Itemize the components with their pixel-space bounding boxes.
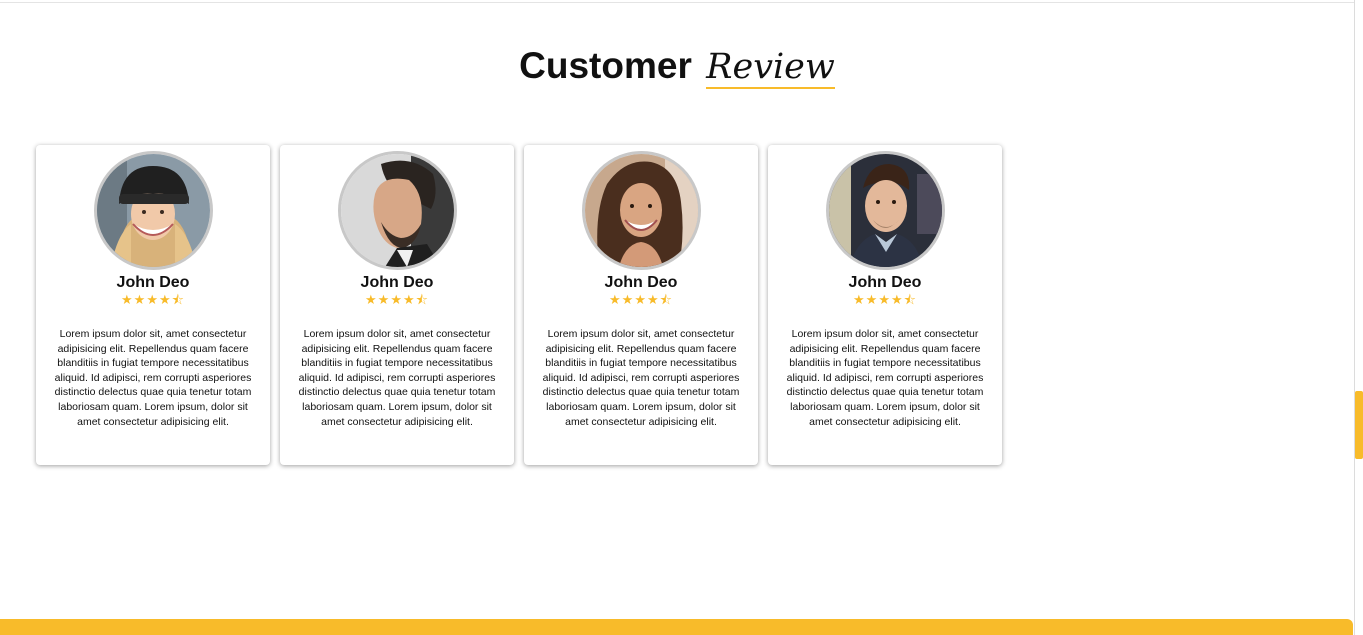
star-rating: ★★★★⯪: [853, 292, 917, 307]
reviewer-name: John Deo: [116, 274, 190, 291]
review-card-list: John Deo ★★★★⯪ Lorem ipsum dolor sit, am…: [36, 145, 1002, 465]
review-text: Lorem ipsum dolor sit, amet consectetur …: [542, 328, 740, 428]
vertical-scrollbar[interactable]: [1354, 0, 1363, 635]
man-suit-photo: [828, 154, 942, 267]
reviewer-name: John Deo: [604, 274, 678, 291]
review-card: John Deo ★★★★⯪ Lorem ipsum dolor sit, am…: [524, 145, 758, 465]
star-rating: ★★★★⯪: [609, 292, 673, 307]
man-beard-profile-photo: [340, 154, 454, 267]
review-text: Lorem ipsum dolor sit, amet consectetur …: [54, 328, 252, 428]
reviewer-name: John Deo: [360, 274, 434, 291]
avatar: [337, 151, 457, 270]
page: Customer Review John Deo ★★★★⯪ Lorem ips…: [0, 0, 1363, 635]
top-divider: [0, 2, 1354, 3]
scrollbar-thumb[interactable]: [1355, 391, 1363, 459]
review-card: John Deo ★★★★⯪ Lorem ipsum dolor sit, am…: [36, 145, 270, 465]
star-rating: ★★★★⯪: [365, 292, 429, 307]
reviewer-name: John Deo: [848, 274, 922, 291]
review-card: John Deo ★★★★⯪ Lorem ipsum dolor sit, am…: [280, 145, 514, 465]
review-text: Lorem ipsum dolor sit, amet consectetur …: [298, 328, 496, 428]
review-card: John Deo ★★★★⯪ Lorem ipsum dolor sit, am…: [768, 145, 1002, 465]
section-title-accent: Review: [706, 47, 835, 89]
woman-curly-hair-photo: [584, 154, 698, 267]
woman-beanie-photo: [96, 154, 210, 267]
star-rating: ★★★★⯪: [121, 292, 185, 307]
section-title-main: Customer: [519, 45, 692, 86]
avatar: [825, 151, 945, 270]
footer-accent-bar: [0, 619, 1353, 635]
review-text: Lorem ipsum dolor sit, amet consectetur …: [786, 328, 984, 428]
avatar: [93, 151, 213, 270]
avatar: [581, 151, 701, 270]
section-title: Customer Review: [0, 44, 1354, 89]
